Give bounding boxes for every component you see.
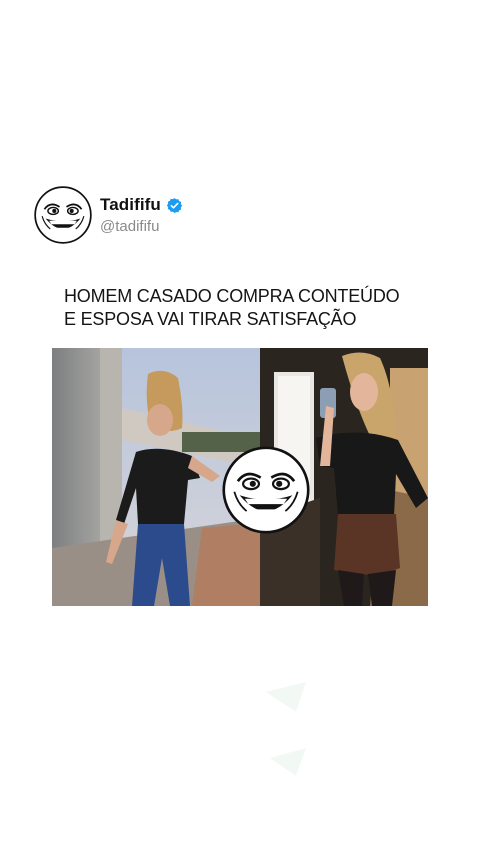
troll-face-icon — [34, 186, 92, 244]
caption-line: HOMEM CASADO COMPRA CONTEÚDO — [64, 286, 400, 306]
author-identity: Tadififu @tadififu — [100, 195, 183, 235]
avatar[interactable] — [34, 186, 92, 244]
caption-line: E ESPOSA VAI TIRAR SATISFAÇÃO — [64, 309, 357, 329]
troll-face-icon — [222, 446, 310, 534]
post-media[interactable] — [52, 348, 428, 606]
verified-badge-icon — [166, 197, 183, 213]
post-caption: HOMEM CASADO COMPRA CONTEÚDO E ESPOSA VA… — [64, 285, 444, 331]
watermark-icon — [266, 682, 306, 776]
display-name[interactable]: Tadififu — [100, 195, 161, 215]
handle[interactable]: @tadififu — [100, 218, 183, 235]
post-header: Tadififu @tadififu — [34, 184, 183, 246]
name-row: Tadififu — [100, 195, 183, 215]
face-overlay — [222, 446, 310, 534]
